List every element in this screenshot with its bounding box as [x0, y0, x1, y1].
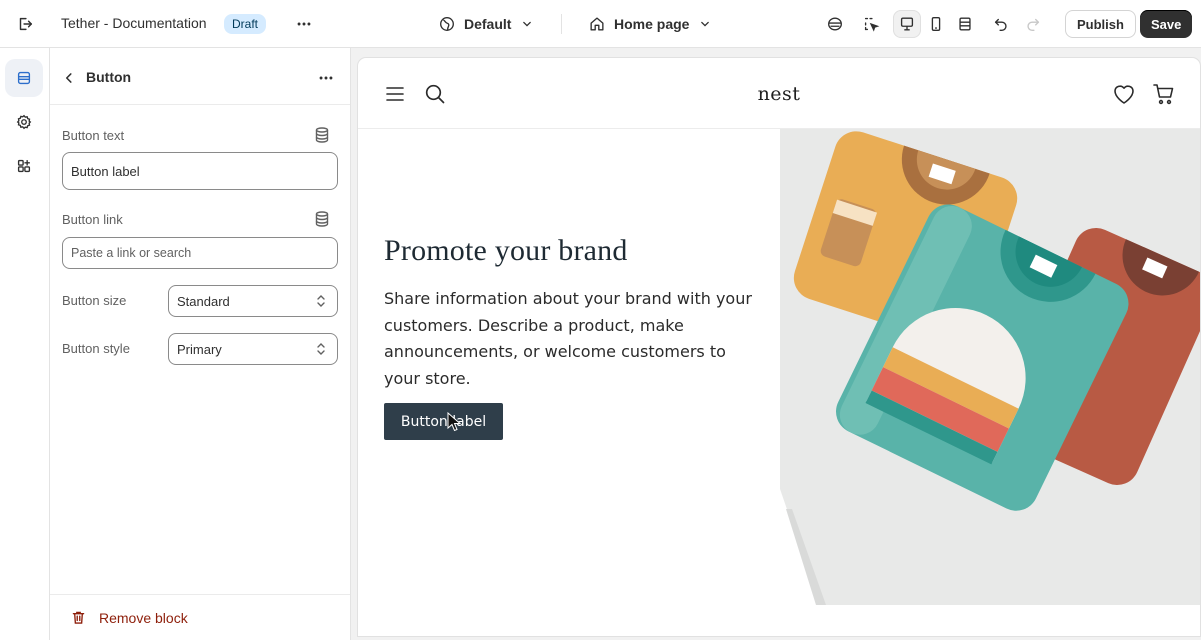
panel-footer: Remove block — [50, 594, 350, 640]
desktop-view-icon[interactable] — [893, 10, 921, 38]
mouse-cursor-icon — [447, 412, 461, 432]
save-button[interactable]: Save — [1140, 10, 1193, 38]
block-settings-panel: Button Button text Button link Button si… — [50, 48, 351, 640]
back-icon[interactable] — [55, 64, 83, 92]
button-link-label: Button link — [62, 212, 123, 227]
button-style-value: Primary — [177, 341, 222, 357]
status-badge: Draft — [224, 14, 267, 34]
ai-sparkle-icon[interactable] — [821, 10, 849, 38]
fullscreen-icon[interactable] — [951, 10, 979, 38]
globe-icon — [440, 17, 454, 31]
wishlist-heart-icon[interactable] — [1112, 83, 1136, 105]
editor-topbar: Tether - Documentation Draft Default Hom… — [0, 0, 1201, 48]
publish-button[interactable]: Publish — [1065, 10, 1136, 38]
hero-heading[interactable]: Promote your brand — [384, 234, 754, 268]
more-actions-icon[interactable] — [290, 10, 318, 38]
hero-image-shirts[interactable] — [780, 129, 1200, 605]
redo-icon[interactable] — [1019, 10, 1047, 38]
button-size-select[interactable]: Standard — [168, 285, 338, 317]
button-link-input[interactable] — [62, 237, 338, 269]
home-icon — [590, 17, 604, 31]
mobile-view-icon[interactable] — [922, 10, 950, 38]
button-text-input[interactable] — [62, 152, 338, 190]
store-logo[interactable]: nest — [358, 83, 1200, 105]
trash-icon — [72, 611, 85, 624]
panel-title: Button — [86, 69, 132, 85]
button-text-label: Button text — [62, 128, 125, 143]
editor-rail — [0, 48, 50, 640]
dynamic-source-icon[interactable] — [312, 209, 332, 229]
exit-icon[interactable] — [11, 10, 39, 38]
page-selector[interactable]: Home page — [584, 10, 717, 38]
settings-icon[interactable] — [5, 103, 43, 141]
topbar-divider — [561, 14, 562, 34]
panel-header: Button — [50, 48, 350, 105]
page-selector-label: Home page — [614, 16, 690, 32]
button-style-label: Button style — [62, 341, 130, 356]
button-size-label: Button size — [62, 293, 127, 308]
apps-icon[interactable] — [5, 147, 43, 185]
hero-button[interactable]: Button label — [384, 403, 503, 440]
chevron-down-icon — [523, 21, 532, 27]
select-caret-icon — [317, 343, 325, 355]
storefront-preview[interactable]: nest Promote your brand Share informatio… — [358, 58, 1200, 636]
select-caret-icon — [317, 295, 325, 307]
inspector-icon[interactable] — [857, 10, 885, 38]
theme-selector-label: Default — [464, 16, 512, 32]
button-size-value: Standard — [177, 293, 230, 309]
store-title: Tether - Documentation — [61, 15, 207, 31]
panel-more-icon[interactable] — [312, 64, 340, 92]
theme-selector[interactable]: Default — [434, 10, 539, 38]
button-style-select[interactable]: Primary — [168, 333, 338, 365]
chevron-down-icon — [701, 21, 710, 27]
hero-body[interactable]: Share information about your brand with … — [384, 286, 754, 392]
dynamic-source-icon[interactable] — [312, 125, 332, 145]
undo-icon[interactable] — [987, 10, 1015, 38]
cart-icon[interactable] — [1152, 82, 1176, 106]
remove-block-button[interactable]: Remove block — [70, 609, 188, 626]
hero-text-block: Promote your brand Share information abo… — [384, 234, 754, 392]
sections-icon[interactable] — [5, 59, 43, 97]
remove-block-label: Remove block — [99, 609, 188, 626]
store-header: nest — [358, 58, 1200, 129]
